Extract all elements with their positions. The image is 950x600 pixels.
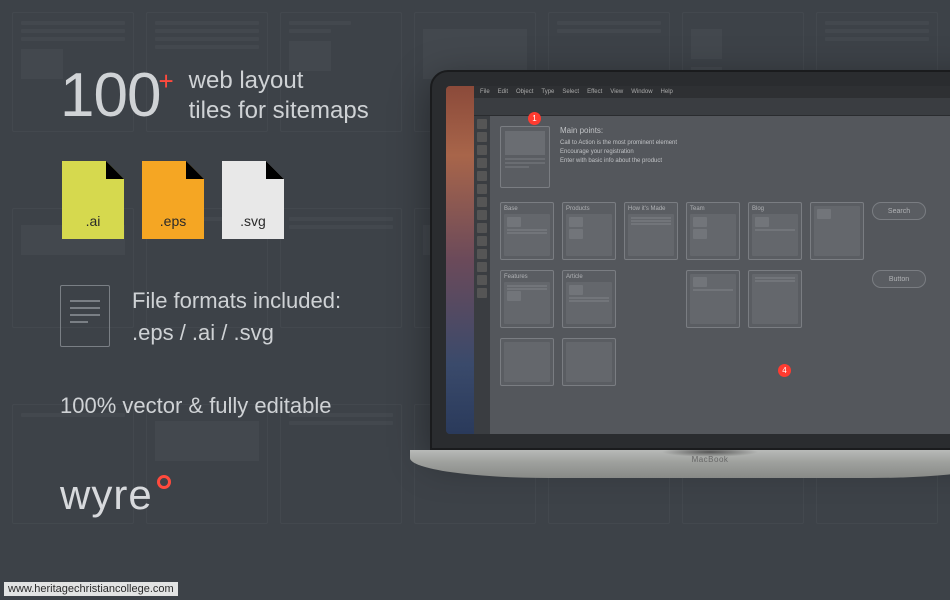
tool-button[interactable] — [477, 288, 487, 298]
tool-palette — [474, 116, 490, 434]
main-points-item: Enter with basic info about the product — [560, 157, 950, 166]
document-icon — [60, 285, 110, 347]
tool-button[interactable] — [477, 210, 487, 220]
main-points-item: Call to Action is the most prominent ele… — [560, 139, 950, 148]
sitemap-tile — [686, 270, 740, 328]
menu-type[interactable]: Type — [541, 89, 554, 95]
formats-heading: File formats included: — [132, 285, 341, 317]
sitemap-tile — [500, 338, 554, 386]
sitemap-row-2: Features Article Button — [500, 270, 950, 328]
annotation-dot-4: 4 — [778, 364, 791, 377]
sitemap-tile: Products — [562, 202, 616, 260]
headline-number-value: 100 — [60, 60, 160, 131]
app-menubar: File Edit Object Type Select Effect View… — [474, 86, 950, 98]
sitemap-tile: Team — [686, 202, 740, 260]
eps-file-icon: .eps — [140, 159, 206, 241]
search-pill: Search — [872, 202, 926, 220]
tool-button[interactable] — [477, 132, 487, 142]
promo-left-column: 100 + web layout tiles for sitemaps .ai … — [60, 60, 480, 600]
button-pill: Button — [872, 270, 926, 288]
sitemap-tile — [748, 270, 802, 328]
svg-file-icon: .svg — [220, 159, 286, 241]
laptop-screen: File Edit Object Type Select Effect View… — [446, 86, 950, 434]
tool-button[interactable] — [477, 275, 487, 285]
main-points-title: Main points: — [560, 126, 950, 135]
watermark-text: www.heritagechristiancollege.com — [4, 582, 178, 596]
main-points-block: Main points: Call to Action is the most … — [560, 126, 950, 188]
main-points-item: Encourage your registration — [560, 148, 950, 157]
menu-edit[interactable]: Edit — [498, 89, 508, 95]
sitemap-tile: Article — [562, 270, 616, 328]
tool-button[interactable] — [477, 249, 487, 259]
logo-text: wyre — [60, 471, 153, 519]
wyre-logo: wyre — [60, 471, 480, 519]
tool-button[interactable] — [477, 236, 487, 246]
menu-effect[interactable]: Effect — [587, 89, 602, 95]
app-canvas: 1 Main points: Call to Action is the mos… — [490, 116, 950, 434]
headline-line1: web layout — [189, 66, 369, 96]
menu-file[interactable]: File — [480, 89, 490, 95]
illustrator-window: File Edit Object Type Select Effect View… — [474, 86, 950, 434]
desktop-wallpaper — [446, 86, 474, 434]
plus-icon: + — [158, 66, 172, 97]
formats-text: File formats included: .eps / .ai / .svg — [132, 285, 341, 349]
menu-help[interactable]: Help — [661, 89, 673, 95]
formats-list: .eps / .ai / .svg — [132, 317, 341, 349]
headline-number: 100 + — [60, 60, 173, 131]
svg-label: .svg — [220, 213, 286, 229]
menu-window[interactable]: Window — [631, 89, 652, 95]
menu-select[interactable]: Select — [562, 89, 579, 95]
tool-button[interactable] — [477, 197, 487, 207]
ai-file-icon: .ai — [60, 159, 126, 241]
tool-button[interactable] — [477, 184, 487, 194]
sitemap-tile: How it's Made — [624, 202, 678, 260]
tool-button[interactable] — [477, 171, 487, 181]
file-format-icons: .ai .eps .svg — [60, 159, 480, 241]
menu-object[interactable]: Object — [516, 89, 533, 95]
headline-line2: tiles for sitemaps — [189, 96, 369, 126]
ai-label: .ai — [60, 213, 126, 229]
vector-editable-text: 100% vector & fully editable — [60, 393, 480, 419]
logo-dot-icon — [157, 475, 171, 489]
sitemap-row-3 — [500, 338, 950, 386]
headline-text: web layout tiles for sitemaps — [189, 66, 369, 126]
sitemap-tile — [562, 338, 616, 386]
tool-button[interactable] — [477, 158, 487, 168]
sitemap-tile: Base — [500, 202, 554, 260]
laptop-base: MacBook — [410, 450, 950, 478]
tool-button[interactable] — [477, 119, 487, 129]
tool-button[interactable] — [477, 223, 487, 233]
eps-label: .eps — [140, 213, 206, 229]
formats-row: File formats included: .eps / .ai / .svg — [60, 285, 480, 349]
app-toolbar — [474, 98, 950, 116]
laptop-brand-label: MacBook — [410, 455, 950, 464]
laptop-mockup: File Edit Object Type Select Effect View… — [430, 70, 950, 478]
sitemap-home-tile — [500, 126, 550, 188]
tool-button[interactable] — [477, 262, 487, 272]
annotation-dot-1: 1 — [528, 112, 541, 125]
menu-view[interactable]: View — [610, 89, 623, 95]
sitemap-tile: Blog — [748, 202, 802, 260]
tool-button[interactable] — [477, 145, 487, 155]
sitemap-row-1: Base Products How it's Made Team Blog Se… — [500, 202, 950, 260]
sitemap-tile — [810, 202, 864, 260]
sitemap-tile: Features — [500, 270, 554, 328]
headline: 100 + web layout tiles for sitemaps — [60, 60, 480, 131]
